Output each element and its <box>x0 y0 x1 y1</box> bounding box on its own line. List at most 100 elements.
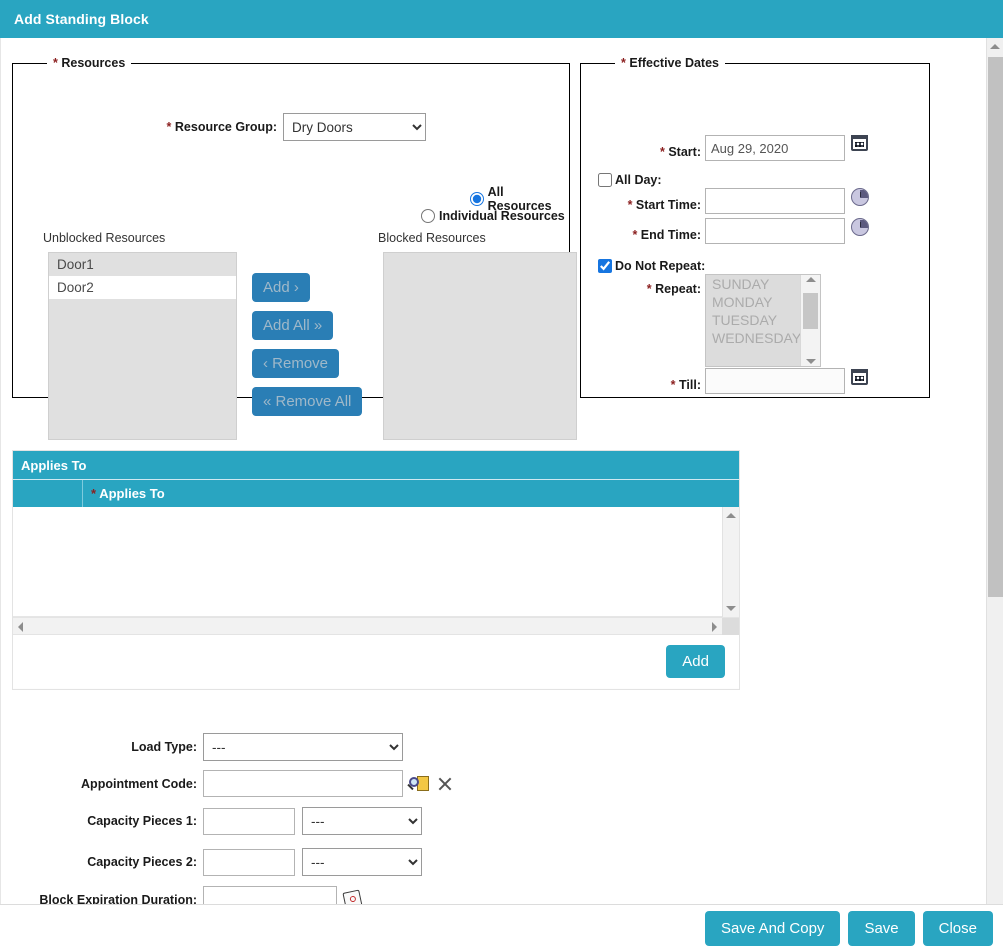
applies-to-column-header-text: Applies To <box>99 486 164 501</box>
radio-individual-resources[interactable]: Individual Resources <box>421 209 565 223</box>
effective-dates-legend: * Effective Dates <box>615 56 725 70</box>
start-date-input[interactable] <box>705 135 845 161</box>
scroll-left-arrow-icon[interactable] <box>18 622 23 632</box>
till-required-marker: * <box>671 378 676 392</box>
repeat-multiselect[interactable]: SUNDAY MONDAY TUESDAY WEDNESDAY <box>705 274 821 367</box>
scroll-right-arrow-icon[interactable] <box>712 622 717 632</box>
capacity-pieces-1-input[interactable] <box>203 808 295 835</box>
dialog-titlebar: Add Standing Block <box>0 0 1003 38</box>
resource-group-select[interactable]: Dry Doors <box>283 113 426 141</box>
resources-legend-text: Resources <box>61 56 125 70</box>
effective-dates-required-marker: * <box>621 56 626 70</box>
resource-group-label: * Resource Group: <box>101 120 277 134</box>
load-type-label: Load Type: <box>12 740 197 754</box>
remove-all-resources-button[interactable]: « Remove All <box>252 387 362 416</box>
capacity-pieces-2-input[interactable] <box>203 849 295 876</box>
repeat-required-marker: * <box>647 282 652 296</box>
start-time-label-text: Start Time: <box>636 198 701 212</box>
save-button[interactable]: Save <box>848 911 914 946</box>
capacity-pieces-2-label: Capacity Pieces 2: <box>12 855 197 869</box>
blocked-resources-caption: Blocked Resources <box>378 231 486 245</box>
blocked-resources-list[interactable] <box>383 252 577 440</box>
unblocked-resources-caption: Unblocked Resources <box>43 231 165 245</box>
appointment-code-label: Appointment Code: <box>12 777 197 791</box>
applies-to-add-button[interactable]: Add <box>666 645 725 678</box>
clock-icon[interactable] <box>851 218 869 236</box>
load-type-select[interactable]: --- <box>203 733 403 761</box>
scrollbar-corner <box>722 618 739 635</box>
start-date-label-text: Start: <box>668 145 701 159</box>
appointment-code-row: Appointment Code: <box>12 770 453 797</box>
clear-icon[interactable] <box>437 776 453 792</box>
applies-to-horizontal-scrollbar[interactable] <box>13 617 739 635</box>
radio-individual-resources-input[interactable] <box>421 209 435 223</box>
resource-group-label-text: Resource Group: <box>175 120 277 134</box>
resource-group-required-marker: * <box>167 120 172 134</box>
do-not-repeat-label[interactable]: Do Not Repeat: <box>615 259 705 273</box>
till-date-input[interactable] <box>705 368 845 394</box>
add-resource-button[interactable]: Add › <box>252 273 310 302</box>
all-day-checkbox[interactable] <box>598 173 612 187</box>
remove-resource-button[interactable]: ‹ Remove <box>252 349 339 378</box>
start-time-input[interactable] <box>705 188 845 214</box>
resources-legend: * Resources <box>47 56 131 70</box>
add-all-resources-button[interactable]: Add All » <box>252 311 333 340</box>
close-button[interactable]: Close <box>923 911 993 946</box>
scroll-up-arrow-icon[interactable] <box>801 277 820 282</box>
repeat-scroll-thumb[interactable] <box>803 293 818 329</box>
applies-to-vertical-scrollbar[interactable] <box>722 507 739 617</box>
capacity-pieces-1-label: Capacity Pieces 1: <box>12 814 197 828</box>
resources-group: * Resources * Resource Group: Dry Doors … <box>12 56 570 398</box>
add-standing-block-dialog: Add Standing Block * Resources * Resourc… <box>0 0 1003 952</box>
start-time-required-marker: * <box>628 198 633 212</box>
repeat-scrollbar[interactable] <box>800 275 820 366</box>
clock-icon[interactable] <box>851 188 869 206</box>
page-scroll-thumb[interactable] <box>988 57 1003 597</box>
applies-to-table-body <box>13 507 739 617</box>
resources-required-marker: * <box>53 56 58 70</box>
capacity-pieces-1-row: Capacity Pieces 1: --- <box>12 807 422 835</box>
calendar-icon[interactable] <box>851 135 868 151</box>
till-label-text: Till: <box>679 378 701 392</box>
search-lookup-icon[interactable] <box>409 775 429 793</box>
save-and-copy-button[interactable]: Save And Copy <box>705 911 840 946</box>
radio-all-resources-input[interactable] <box>470 192 484 206</box>
applies-to-panel: Applies To * Applies To Add <box>12 450 740 690</box>
dialog-content: * Resources * Resource Group: Dry Doors … <box>0 38 986 904</box>
do-not-repeat-checkbox[interactable] <box>598 259 612 273</box>
appointment-code-input[interactable] <box>203 770 403 797</box>
scroll-up-arrow-icon[interactable] <box>987 38 1003 55</box>
all-day-label[interactable]: All Day: <box>615 173 662 187</box>
applies-to-footer: Add <box>13 635 739 688</box>
applies-to-required-marker: * <box>91 486 96 501</box>
dialog-title: Add Standing Block <box>0 11 149 27</box>
do-not-repeat-checkbox-row[interactable]: Do Not Repeat: <box>598 259 705 273</box>
capacity-pieces-1-unit-select[interactable]: --- <box>302 807 422 835</box>
end-time-label: * End Time: <box>601 228 701 242</box>
dialog-action-bar: Save And Copy Save Close <box>0 904 1003 952</box>
scroll-up-arrow-icon[interactable] <box>726 513 736 518</box>
scroll-down-arrow-icon[interactable] <box>726 606 736 611</box>
radio-individual-resources-label[interactable]: Individual Resources <box>439 209 565 223</box>
all-day-checkbox-row[interactable]: All Day: <box>598 173 662 187</box>
calendar-icon[interactable] <box>851 369 868 385</box>
unblocked-resources-list[interactable]: Door1 Door2 <box>48 252 237 440</box>
effective-dates-group: * Effective Dates * Start: All Day: * St… <box>580 56 930 398</box>
repeat-label: * Repeat: <box>601 282 701 296</box>
page-vertical-scrollbar[interactable] <box>986 38 1003 952</box>
start-date-label: * Start: <box>601 145 701 159</box>
end-time-input[interactable] <box>705 218 845 244</box>
capacity-pieces-2-row: Capacity Pieces 2: --- <box>12 848 422 876</box>
load-type-row: Load Type: --- <box>12 733 403 761</box>
till-label: * Till: <box>601 378 701 392</box>
list-item[interactable]: Door2 <box>49 276 236 299</box>
scroll-down-arrow-icon[interactable] <box>801 359 820 364</box>
applies-to-table-header: * Applies To <box>13 479 739 507</box>
applies-to-column-header: * Applies To <box>83 486 165 501</box>
list-item[interactable]: Door1 <box>49 253 236 276</box>
applies-to-header-spacer <box>13 480 83 508</box>
effective-dates-legend-text: Effective Dates <box>629 56 719 70</box>
applies-to-panel-title: Applies To <box>13 451 739 479</box>
start-date-required-marker: * <box>660 145 665 159</box>
capacity-pieces-2-unit-select[interactable]: --- <box>302 848 422 876</box>
